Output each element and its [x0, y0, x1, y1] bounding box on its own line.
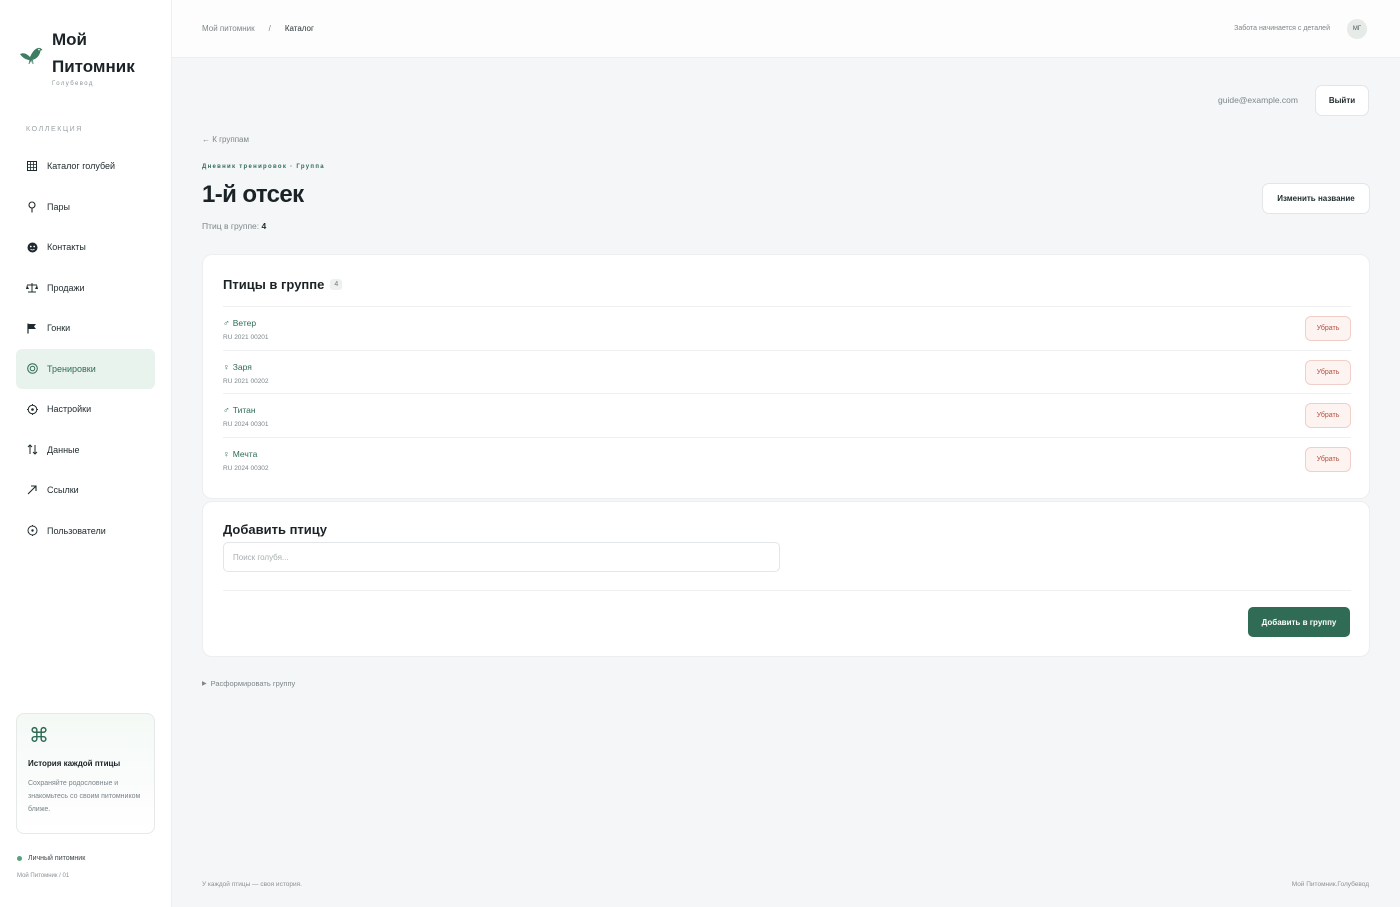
owner-status: Личный питомник: [17, 855, 85, 862]
nav-section-label: КОЛЛЕКЦИЯ: [26, 126, 83, 133]
sidebar-item-sales[interactable]: Продажи: [16, 268, 155, 309]
breadcrumb-home[interactable]: Мой питомник: [202, 24, 255, 33]
divider: [223, 590, 1351, 591]
gear-icon: [26, 403, 38, 415]
sidebar: Мой Питомник Голубевод КОЛЛЕКЦИЯ Каталог…: [0, 0, 172, 907]
sidebar-item-pairs[interactable]: Пары: [16, 187, 155, 228]
group-count: Птиц в группе: 4: [202, 221, 266, 231]
birds-card-title: Птицы в группе: [223, 277, 325, 292]
users-icon: [26, 525, 38, 537]
sidebar-item-catalog[interactable]: Каталог голубей: [16, 146, 155, 187]
promo-title: История каждой птицы: [28, 759, 121, 768]
owner-sub: Мой Питомник / 01: [17, 873, 70, 879]
sidebar-item-users[interactable]: Пользователи: [16, 511, 155, 552]
caret-right-icon: ▶: [202, 681, 207, 687]
remove-button[interactable]: Убрать: [1305, 403, 1351, 429]
sidebar-item-label: Контакты: [47, 242, 86, 253]
target-icon: [26, 363, 38, 375]
sidebar-item-label: Пары: [47, 201, 70, 212]
sidebar-item-label: Пользователи: [47, 525, 106, 536]
sidebar-nav: Каталог голубей Пары Контакты Продажи Го…: [16, 146, 155, 551]
arrow-up-right-icon: [26, 484, 38, 496]
remove-button[interactable]: Убрать: [1305, 359, 1351, 385]
breadcrumb: Мой питомник / Каталог: [202, 24, 314, 33]
topbar: Мой питомник / Каталог Забота начинается…: [172, 0, 1400, 58]
sidebar-item-label: Настройки: [47, 404, 92, 415]
owner-label: Личный питомник: [28, 855, 86, 862]
command-icon: ⌘: [29, 725, 49, 747]
sort-icon: [26, 444, 38, 456]
bird-name-link[interactable]: ♀ Мечта: [223, 449, 257, 459]
group-count-value: 4: [261, 221, 267, 231]
male-icon: ♂: [223, 318, 230, 328]
breadcrumb-separator: /: [268, 24, 271, 33]
sidebar-item-label: Данные: [47, 444, 80, 455]
status-dot-icon: [17, 856, 22, 861]
grid-icon: [26, 160, 38, 172]
disband-group-toggle[interactable]: ▶ Расформировать группу: [202, 679, 295, 688]
list-item: ♂ Титан RU 2024 00301 Убрать: [223, 393, 1351, 437]
promo-text: Сохраняйте родословные и знакомьтесь со …: [28, 780, 141, 813]
bird-name: Заря: [232, 361, 252, 372]
male-icon: ♂: [223, 405, 230, 416]
list-item: ♀ Мечта RU 2024 00302 Убрать: [223, 436, 1351, 481]
bird-ring: RU 2021 00201: [223, 334, 269, 341]
group-count-label: Птиц в группе:: [202, 221, 260, 231]
list-item: ♀ Заря RU 2021 00202 Убрать: [223, 349, 1351, 394]
page-title: 1-й отсек: [202, 181, 304, 208]
brand-title: Мой Питомник: [52, 30, 135, 76]
sidebar-item-training[interactable]: Тренировки: [16, 348, 155, 389]
add-to-group-button[interactable]: Добавить в группу: [1248, 607, 1350, 637]
rename-button[interactable]: Изменить название: [1262, 183, 1370, 214]
scales-icon: [26, 282, 38, 294]
footer-right: Мой Питомник.Голубевод: [1291, 881, 1369, 888]
add-bird-title: Добавить птицу: [223, 522, 328, 537]
bird-ring: RU 2024 00302: [223, 464, 269, 472]
sidebar-item-links[interactable]: Ссылки: [16, 470, 155, 511]
logout-button[interactable]: Выйти: [1315, 85, 1369, 116]
birds-list: ♂ Ветер RU 2021 00201 Убрать ♀ Заря RU 2…: [223, 306, 1351, 480]
bird-name: Титан: [232, 405, 256, 416]
birds-card: Птицы в группе 4 ♂ Ветер RU 2021 00201 У…: [202, 254, 1370, 499]
female-icon: ♀: [223, 448, 230, 459]
promo-card: ⌘ История каждой птицы Сохраняйте родосл…: [16, 713, 155, 834]
bird-name: Мечта: [232, 448, 258, 459]
sidebar-item-label: Продажи: [47, 282, 85, 293]
sidebar-item-settings[interactable]: Настройки: [16, 389, 155, 430]
user-email: guide@example.com: [1218, 95, 1298, 105]
remove-button[interactable]: Убрать: [1305, 316, 1351, 341]
bird-ring: RU 2021 00202: [223, 377, 269, 385]
sidebar-item-label: Гонки: [47, 323, 71, 334]
sidebar-item-data[interactable]: Данные: [16, 430, 155, 471]
page-eyebrow: Дневник тренировок · Группа: [202, 164, 325, 170]
contacts-icon: [26, 241, 38, 253]
count-badge: 4: [330, 279, 343, 290]
breadcrumb-current: Каталог: [284, 24, 314, 33]
sidebar-item-races[interactable]: Гонки: [16, 308, 155, 349]
list-item: ♂ Ветер RU 2021 00201 Убрать: [223, 306, 1351, 350]
brand-subtitle: Голубевод: [52, 81, 94, 87]
back-to-groups-link[interactable]: ← К группам: [202, 135, 249, 144]
bird-name-link[interactable]: ♂ Титан: [223, 405, 256, 415]
sidebar-item-contacts[interactable]: Контакты: [16, 227, 155, 268]
bird-search-input[interactable]: [223, 542, 780, 572]
bird-name-link[interactable]: ♂ Ветер: [223, 318, 256, 328]
female-icon: ♀: [223, 361, 230, 372]
birds-card-header: Птицы в группе 4: [223, 277, 343, 292]
sidebar-item-label: Ссылки: [47, 485, 79, 496]
pin-icon: [26, 201, 38, 213]
avatar[interactable]: МГ: [1347, 19, 1367, 39]
footer-left: У каждой птицы — своя история.: [202, 881, 302, 888]
bird-logo-icon: [20, 47, 43, 65]
bird-name-link[interactable]: ♀ Заря: [223, 362, 252, 372]
bird-ring: RU 2024 00301: [223, 421, 269, 429]
remove-button[interactable]: Убрать: [1305, 446, 1351, 472]
sidebar-item-label: Тренировки: [47, 363, 96, 374]
flag-icon: [26, 322, 38, 334]
sidebar-item-label: Каталог голубей: [47, 161, 116, 172]
bird-name: Ветер: [232, 318, 257, 328]
add-bird-card: Добавить птицу Добавить в группу: [202, 501, 1370, 657]
tagline: Забота начинается с деталей: [1234, 25, 1330, 32]
disband-label: Расформировать группу: [210, 679, 296, 688]
